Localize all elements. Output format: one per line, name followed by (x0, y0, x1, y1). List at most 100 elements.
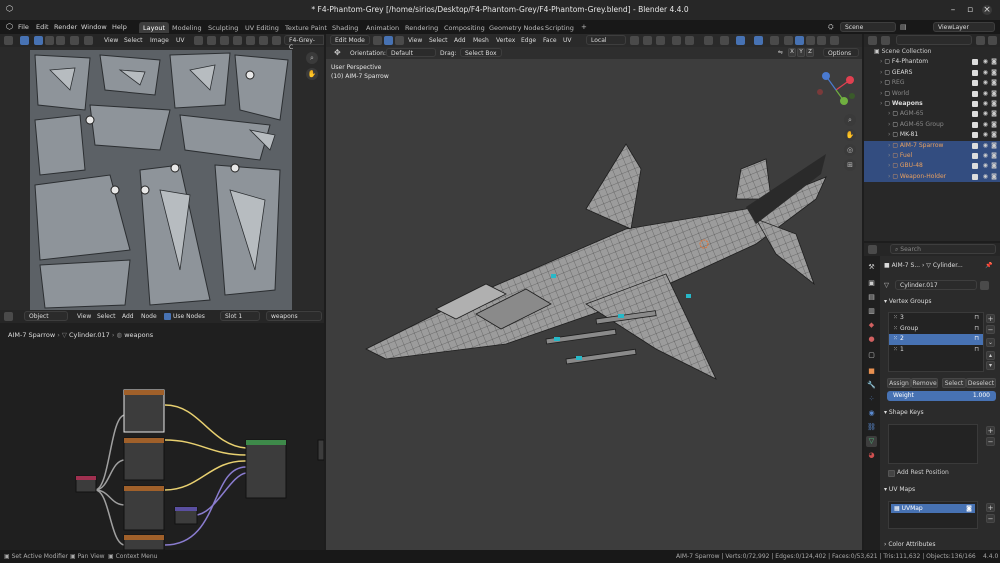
menu-render[interactable]: Render (54, 23, 77, 31)
image-menu-select[interactable]: Select (124, 36, 143, 45)
menu-help[interactable]: Help (112, 23, 127, 31)
edge-select-icon[interactable] (45, 36, 54, 45)
lock-icon[interactable]: ⊓ (974, 345, 979, 355)
outliner-item[interactable]: › ▢ Fuel ◉ ◙ (864, 150, 1000, 162)
color-attributes-header[interactable]: › Color Attributes (884, 541, 936, 548)
render-camera-icon[interactable]: ◙ (991, 172, 997, 182)
shape-key-list[interactable] (888, 424, 978, 464)
eye-icon[interactable]: ◉ (983, 99, 988, 109)
physics-tab-icon[interactable]: ◉ (866, 408, 877, 419)
texture-coordinate-node[interactable] (75, 475, 97, 493)
proportional-icon[interactable] (220, 36, 229, 45)
drag-dropdown[interactable]: Select Box (460, 48, 502, 57)
vertex-group-item[interactable]: ⁙ Group ⊓ (889, 324, 983, 335)
world-tab-icon[interactable]: ● (866, 334, 877, 345)
tab-scripting[interactable]: Scripting (541, 22, 578, 33)
menu-file[interactable]: File (18, 23, 29, 31)
transform-orientation-dropdown[interactable]: Local (586, 35, 626, 45)
viewport-menu-mesh[interactable]: Mesh (473, 36, 489, 45)
render-camera-icon[interactable]: ◙ (991, 151, 997, 161)
vertex-group-item[interactable]: ⁙ 1 ⊓ (889, 345, 983, 356)
node-menu-add[interactable]: Add (122, 312, 134, 321)
normal-map-node[interactable] (174, 506, 198, 525)
deselect-button[interactable]: Deselect (966, 378, 996, 388)
object-type-dropdown[interactable]: Object (24, 311, 68, 321)
snap-icon[interactable] (207, 36, 216, 45)
viewport-zoom-icon[interactable]: ⌕ (844, 114, 856, 126)
output-tab-icon[interactable]: ▤ (866, 292, 877, 303)
visibility-checkbox[interactable] (972, 173, 978, 180)
eye-icon[interactable]: ◉ (983, 78, 988, 88)
blender-menu-icon[interactable]: ⬡ (6, 22, 15, 31)
aircraft-mesh[interactable] (326, 59, 862, 550)
vertex-group-item[interactable]: ⁙ 2 ⊓ (889, 334, 983, 345)
render-camera-icon[interactable]: ◙ (991, 161, 997, 171)
shape-keys-header[interactable]: ▾ Shape Keys (884, 409, 924, 416)
visibility-checkbox[interactable] (972, 100, 978, 107)
uv-snap-icon[interactable] (84, 36, 93, 45)
channel-icon[interactable] (259, 36, 268, 45)
eye-icon[interactable]: ◉ (983, 172, 988, 182)
render-camera-icon[interactable]: ◙ (991, 57, 997, 67)
outliner-item[interactable]: › ▢ AIM-7 Sparrow ◉ ◙ (864, 140, 1000, 151)
material-selector[interactable]: weapons (266, 311, 322, 321)
grid-view-icon[interactable]: ⊞ (844, 159, 856, 171)
add-shape-key-button[interactable]: + (986, 426, 995, 435)
move-down-button[interactable]: ▾ (986, 361, 995, 370)
eye-icon[interactable]: ◉ (983, 151, 988, 161)
outliner-search[interactable] (896, 35, 972, 45)
render-camera-icon[interactable]: ◙ (991, 68, 997, 78)
render-camera-icon[interactable]: ◙ (991, 78, 997, 88)
mode-dropdown[interactable]: Edit Mode (330, 35, 370, 45)
image-menu-uv[interactable]: UV (176, 36, 185, 45)
gizmo-z-axis[interactable] (822, 72, 830, 80)
constraints-tab-icon[interactable]: ⛓ (866, 422, 877, 433)
tab-texture-paint[interactable]: Texture Paint (281, 22, 331, 33)
mirror-y-toggle[interactable]: Y (797, 48, 805, 57)
outliner-item[interactable]: › ▢ GEARS ◉ ◙ (864, 68, 1000, 78)
gizmo-icon[interactable] (246, 36, 255, 45)
eye-icon[interactable]: ◉ (983, 141, 988, 151)
outliner-item[interactable]: › ▢ F4-Phantom ◉ ◙ (864, 57, 1000, 67)
outliner-item[interactable]: › ▢ REG ◉ ◙ (864, 78, 1000, 88)
pivot-point-icon[interactable] (630, 36, 639, 45)
viewport-menu-vertex[interactable]: Vertex (496, 36, 515, 45)
gizmo-y-axis[interactable] (840, 97, 848, 105)
remove-shape-key-button[interactable]: − (986, 437, 995, 446)
outliner-item[interactable]: › ▢ MK-81 ◉ ◙ (864, 130, 1000, 140)
visibility-checkbox[interactable] (972, 152, 978, 159)
eye-icon[interactable]: ◉ (983, 57, 988, 67)
outliner-item[interactable]: › ▢ GBU-48 ◉ ◙ (864, 161, 1000, 172)
camera-view-icon[interactable]: ◎ (844, 144, 856, 156)
tab-modeling[interactable]: Modeling (168, 22, 206, 33)
node-menu-select[interactable]: Select (97, 312, 116, 321)
render-camera-icon[interactable]: ◙ (991, 109, 997, 119)
gizmo-toggle-icon[interactable] (736, 36, 745, 45)
viewport-menu-edge[interactable]: Edge (521, 36, 536, 45)
material-tab-icon[interactable]: ◕ (866, 450, 877, 461)
mirror-z-toggle[interactable]: Z (806, 48, 814, 57)
wireframe-shading-icon[interactable] (784, 36, 793, 45)
outliner-item[interactable]: › ▢ World ◉ ◙ (864, 89, 1000, 99)
image-menu-image[interactable]: Image (150, 36, 169, 45)
uv-map-item[interactable]: ▦ UVMap ◙ (891, 504, 975, 513)
visibility-checkbox[interactable] (972, 59, 978, 66)
outliner-item[interactable]: › ▢ Weapon-Holder ◉ ◙ (864, 171, 1000, 183)
navigation-gizmo[interactable] (816, 68, 860, 112)
render-camera-icon[interactable]: ◙ (991, 130, 997, 140)
mesh-name-field[interactable]: Cylinder.017 (895, 280, 977, 290)
viewport-menu-add[interactable]: Add (454, 36, 466, 45)
viewport-menu-face[interactable]: Face (543, 36, 557, 45)
scene-tab-icon[interactable]: ◆ (866, 320, 877, 331)
visibility-checkbox[interactable] (972, 80, 978, 87)
tab-animation[interactable]: Animation (362, 22, 403, 33)
add-uv-map-button[interactable]: + (986, 503, 995, 512)
outliner-item[interactable]: › ▢ AGM-65 ◉ ◙ (864, 109, 1000, 119)
3d-viewport[interactable]: Edit Mode View Select Add Mesh Vertex Ed… (326, 34, 862, 550)
visibility-checkbox[interactable] (972, 69, 978, 76)
image-texture-node[interactable] (123, 389, 165, 433)
select-button[interactable]: Select (942, 378, 966, 388)
image-texture-node[interactable] (123, 485, 165, 531)
visibility-checkbox[interactable] (972, 111, 978, 118)
weight-slider[interactable]: Weight 1.000 (887, 391, 996, 401)
